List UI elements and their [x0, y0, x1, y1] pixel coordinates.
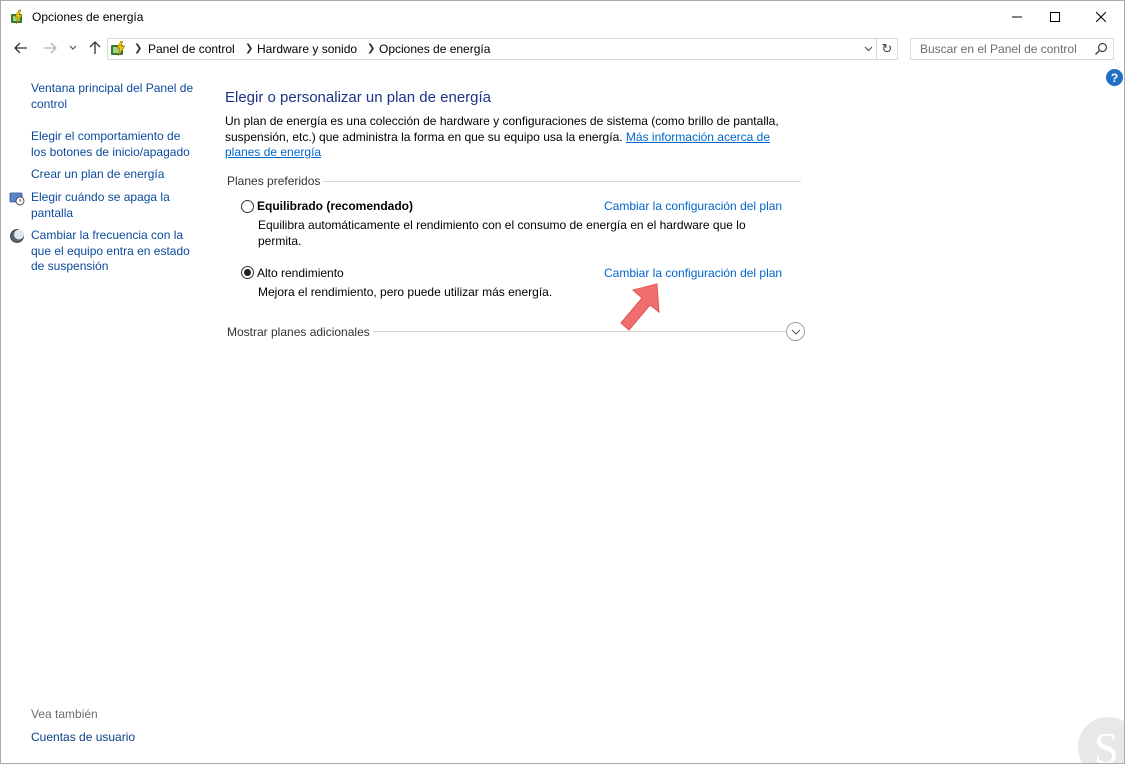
sidebar-link-sleep-frequency[interactable]: Cambiar la frecuencia con la que el equi…: [31, 228, 199, 275]
forward-button[interactable]: [41, 39, 59, 57]
watermark-logo-icon: S: [1078, 717, 1124, 764]
sidebar-link-power-buttons[interactable]: Elegir el comportamiento de los botones …: [31, 129, 199, 160]
maximize-button[interactable]: [1032, 1, 1078, 32]
power-options-window: Opciones de energía ❯ Panel de control ❯…: [0, 0, 1125, 764]
sidebar-link-create-plan[interactable]: Crear un plan de energía: [31, 167, 199, 183]
power-options-app-icon: [10, 9, 26, 25]
plan-name-balanced[interactable]: Equilibrado (recomendado): [257, 199, 413, 213]
sleep-moon-icon: [9, 228, 25, 244]
up-button[interactable]: [86, 39, 104, 57]
change-plan-link-balanced[interactable]: Cambiar la configuración del plan: [604, 199, 782, 213]
page-title: Elegir o personalizar un plan de energía: [225, 89, 492, 106]
control-panel-icon: [110, 40, 128, 57]
breadcrumb-separator[interactable]: ❯: [134, 43, 142, 54]
window-title: Opciones de energía: [32, 10, 144, 24]
see-also-link-user-accounts[interactable]: Cuentas de usuario: [31, 730, 135, 744]
change-plan-link-high-performance[interactable]: Cambiar la configuración del plan: [604, 266, 782, 280]
back-button[interactable]: [12, 39, 30, 57]
plan-description-high-performance: Mejora el rendimiento, pero puede utiliz…: [258, 285, 553, 299]
plan-radio-high-performance[interactable]: [241, 266, 254, 279]
annotation-arrow-icon: [620, 283, 660, 331]
preferred-plans-label: Planes preferidos: [227, 174, 321, 188]
address-history-dropdown[interactable]: [860, 39, 877, 59]
see-also-label: Vea también: [31, 707, 98, 721]
section-divider: [373, 331, 786, 332]
refresh-icon: ↻: [881, 41, 893, 56]
search-input[interactable]: [911, 39, 1091, 59]
svg-text:S: S: [1094, 724, 1118, 764]
title-bar: Opciones de energía: [1, 1, 1124, 32]
sidebar-link-control-panel-home[interactable]: Ventana principal del Panel de control: [31, 81, 199, 112]
close-button[interactable]: [1078, 1, 1124, 32]
plan-name-high-performance[interactable]: Alto rendimiento: [257, 266, 344, 280]
refresh-button[interactable]: ↻: [877, 38, 898, 60]
recent-locations-button[interactable]: [66, 39, 80, 57]
display-clock-icon: [9, 190, 25, 206]
sidebar-link-display-off[interactable]: Elegir cuándo se apaga la pantalla: [31, 190, 199, 221]
plan-radio-balanced[interactable]: [241, 200, 254, 213]
chevron-down-icon: [69, 45, 77, 50]
arrow-left-icon: [14, 42, 27, 54]
section-divider: [323, 181, 801, 182]
breadcrumb-control-panel[interactable]: Panel de control: [148, 42, 235, 56]
page-description: Un plan de energía es una colección de h…: [225, 114, 805, 161]
breadcrumb-separator[interactable]: ❯: [367, 43, 375, 54]
arrow-up-icon: [89, 41, 101, 54]
breadcrumb-separator[interactable]: ❯: [245, 43, 253, 54]
address-bar[interactable]: ❯ Panel de control ❯ Hardware y sonido ❯…: [107, 38, 877, 60]
show-additional-plans-label[interactable]: Mostrar planes adicionales: [227, 325, 370, 339]
chevron-down-icon: [791, 329, 800, 335]
search-icon[interactable]: [1094, 42, 1108, 56]
breadcrumb-power-options[interactable]: Opciones de energía: [379, 42, 490, 56]
arrow-right-icon: [44, 42, 57, 54]
search-box[interactable]: [910, 38, 1114, 60]
plan-description-balanced: Equilibra automáticamente el rendimiento…: [258, 218, 746, 248]
expand-additional-plans-button[interactable]: [786, 322, 805, 341]
breadcrumb-hardware-sound[interactable]: Hardware y sonido: [257, 42, 357, 56]
chevron-down-icon: [864, 46, 873, 52]
help-icon[interactable]: ?: [1106, 69, 1123, 86]
navigation-bar: ❯ Panel de control ❯ Hardware y sonido ❯…: [1, 35, 1124, 62]
